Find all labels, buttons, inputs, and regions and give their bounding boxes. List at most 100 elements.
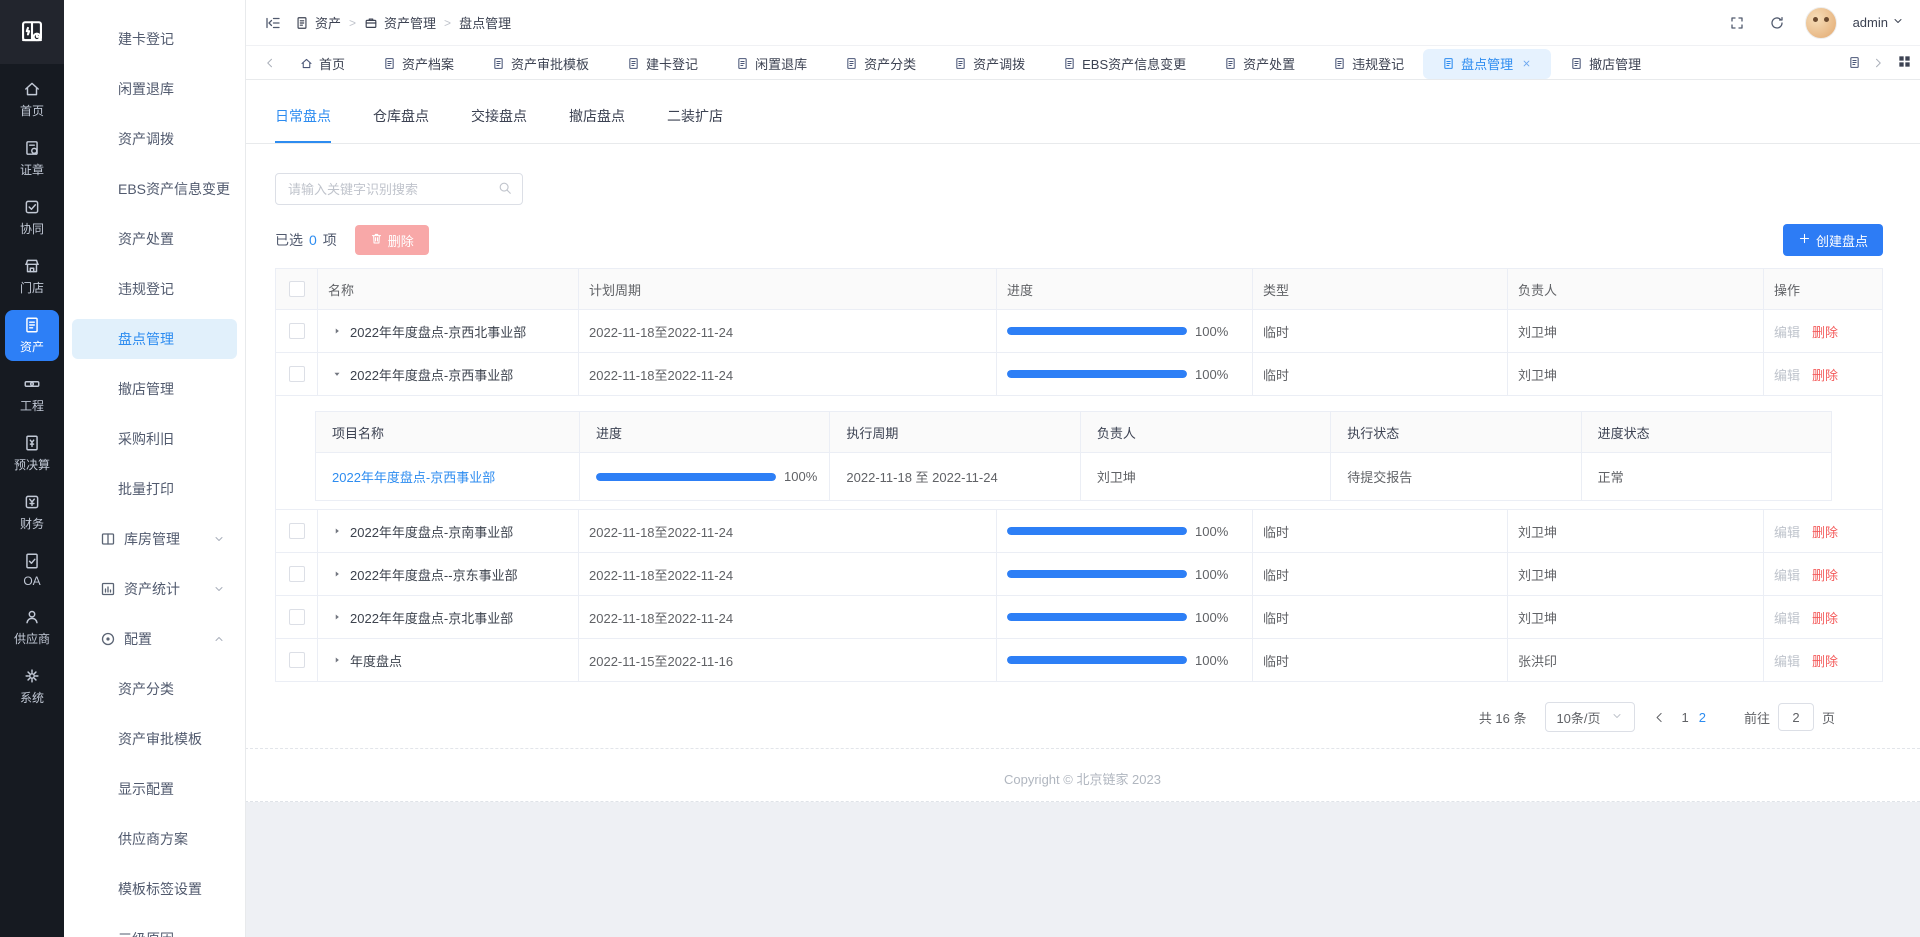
project-link[interactable]: 2022年年度盘点-京西事业部 [332, 467, 495, 486]
menu-item-采购利旧[interactable]: 采购利旧 [72, 419, 237, 459]
menu-item-资产分类[interactable]: 资产分类 [72, 669, 237, 709]
collapse-row-icon[interactable] [332, 369, 342, 379]
tab-资产审批模板[interactable]: 资产审批模板 [473, 49, 608, 79]
close-icon[interactable] [1521, 58, 1532, 69]
breadcrumb-item-资产[interactable]: 资产 [295, 13, 341, 32]
menu-item-撤店管理[interactable]: 撤店管理 [72, 369, 237, 409]
menu-sidebar: 建卡登记闲置退库资产调拨 EBS资产信息变更资产处置违规登记盘点管理撤店管理采购利… [64, 0, 246, 937]
module-item-门店[interactable]: 门店 [5, 251, 59, 302]
create-inventory-button[interactable]: 创建盘点 [1783, 224, 1883, 256]
menu-item-模板标签设置[interactable]: 模板标签设置 [72, 869, 237, 909]
breadcrumb-item-盘点管理[interactable]: 盘点管理 [459, 13, 511, 32]
menu-item-资产统计[interactable]: 资产统计 [72, 569, 237, 609]
page-size-select[interactable]: 10条/页 [1545, 702, 1635, 732]
row-checkbox[interactable] [289, 566, 305, 582]
tab-建卡登记[interactable]: 建卡登记 [608, 49, 717, 79]
module-item-预决算[interactable]: 预决算 [5, 428, 59, 479]
tab-EBS资产信息变更[interactable]: EBS资产信息变更 [1044, 49, 1205, 79]
module-item-资产[interactable]: 资产 [5, 310, 59, 361]
row-checkbox[interactable] [289, 366, 305, 382]
page-tab-撤店盘点[interactable]: 撤店盘点 [569, 106, 625, 143]
prev-page-button[interactable] [1653, 711, 1666, 724]
delete-action[interactable]: 删除 [1812, 608, 1838, 627]
row-checkbox[interactable] [289, 609, 305, 625]
overflow-tab-icon[interactable] [1842, 56, 1867, 69]
module-item-首页[interactable]: 首页 [5, 74, 59, 125]
menu-item-显示配置[interactable]: 显示配置 [72, 769, 237, 809]
module-item-协同[interactable]: 协同 [5, 192, 59, 243]
edit-action[interactable]: 编辑 [1774, 522, 1800, 541]
search-icon[interactable] [498, 181, 512, 198]
expand-row-icon[interactable] [332, 612, 342, 622]
delete-button[interactable]: 删除 [355, 225, 429, 255]
edit-action[interactable]: 编辑 [1774, 608, 1800, 627]
tab-资产分类[interactable]: 资产分类 [826, 49, 935, 79]
delete-action[interactable]: 删除 [1812, 565, 1838, 584]
page-tab-交接盘点[interactable]: 交接盘点 [471, 106, 527, 143]
trash-icon [370, 232, 383, 248]
select-all-checkbox[interactable] [289, 281, 305, 297]
tab-闲置退库[interactable]: 闲置退库 [717, 49, 826, 79]
menu-item-EBS资产信息变更[interactable]: EBS资产信息变更 [72, 169, 237, 209]
menu-item-闲置退库[interactable]: 闲置退库 [72, 69, 237, 109]
delete-action[interactable]: 删除 [1812, 322, 1838, 341]
module-item-OA[interactable]: OA [5, 546, 59, 594]
tabs-scroll-right-icon[interactable] [1867, 57, 1889, 69]
module-item-工程[interactable]: 工程 [5, 369, 59, 420]
menu-item-配置[interactable]: 配置 [72, 619, 237, 659]
tab-label: 违规登记 [1352, 54, 1404, 73]
module-item-系统[interactable]: 系统 [5, 661, 59, 712]
page-number-1[interactable]: 1 [1682, 710, 1689, 725]
edit-action[interactable]: 编辑 [1774, 651, 1800, 670]
tab-首页[interactable]: 首页 [281, 49, 364, 79]
page-tab-仓库盘点[interactable]: 仓库盘点 [373, 106, 429, 143]
row-checkbox[interactable] [289, 323, 305, 339]
search-input[interactable] [286, 181, 498, 198]
tab-盘点管理[interactable]: 盘点管理 [1423, 49, 1551, 79]
tab-违规登记[interactable]: 违规登记 [1314, 49, 1423, 79]
fullscreen-icon[interactable] [1725, 11, 1749, 35]
expand-row-icon[interactable] [332, 526, 342, 536]
refresh-icon[interactable] [1765, 11, 1789, 35]
tab-资产调拨[interactable]: 资产调拨 [935, 49, 1044, 79]
menu-item-三级原因[interactable]: 三级原因 [72, 919, 237, 937]
breadcrumb-item-资产管理[interactable]: 资产管理 [364, 13, 436, 32]
edit-action[interactable]: 编辑 [1774, 365, 1800, 384]
menu-item-资产调拨[interactable]: 资产调拨 [72, 119, 237, 159]
page-tab-二装扩店[interactable]: 二装扩店 [667, 106, 723, 143]
expand-row-icon[interactable] [332, 569, 342, 579]
row-checkbox[interactable] [289, 523, 305, 539]
row-checkbox-cell [276, 353, 318, 395]
row-checkbox[interactable] [289, 652, 305, 668]
menu-item-库房管理[interactable]: 库房管理 [72, 519, 237, 559]
tab-撤店管理[interactable]: 撤店管理 [1551, 49, 1660, 79]
delete-action[interactable]: 删除 [1812, 522, 1838, 541]
goto-page-input[interactable] [1778, 703, 1814, 731]
tab-资产处置[interactable]: 资产处置 [1205, 49, 1314, 79]
edit-action[interactable]: 编辑 [1774, 565, 1800, 584]
expand-row-icon[interactable] [332, 326, 342, 336]
module-item-供应商[interactable]: 供应商 [5, 602, 59, 653]
tabs-grid-icon[interactable] [1897, 54, 1912, 72]
delete-action[interactable]: 删除 [1812, 651, 1838, 670]
menu-item-盘点管理[interactable]: 盘点管理 [72, 319, 237, 359]
menu-item-资产审批模板[interactable]: 资产审批模板 [72, 719, 237, 759]
page-tab-日常盘点[interactable]: 日常盘点 [275, 106, 331, 143]
app-logo-icon[interactable] [0, 0, 64, 64]
menu-item-资产处置[interactable]: 资产处置 [72, 219, 237, 259]
collapse-sidebar-icon[interactable] [261, 11, 285, 35]
expand-row-icon[interactable] [332, 655, 342, 665]
module-item-财务[interactable]: 财务 [5, 487, 59, 538]
menu-item-违规登记[interactable]: 违规登记 [72, 269, 237, 309]
module-item-证章[interactable]: 证章 [5, 133, 59, 184]
page-number-2[interactable]: 2 [1699, 710, 1706, 725]
avatar[interactable] [1805, 7, 1837, 39]
edit-action[interactable]: 编辑 [1774, 322, 1800, 341]
tabs-scroll-left-icon[interactable] [259, 57, 281, 69]
user-menu[interactable]: admin [1853, 15, 1904, 30]
menu-item-建卡登记[interactable]: 建卡登记 [72, 19, 237, 59]
delete-action[interactable]: 删除 [1812, 365, 1838, 384]
menu-item-批量打印[interactable]: 批量打印 [72, 469, 237, 509]
tab-资产档案[interactable]: 资产档案 [364, 49, 473, 79]
menu-item-供应商方案[interactable]: 供应商方案 [72, 819, 237, 859]
